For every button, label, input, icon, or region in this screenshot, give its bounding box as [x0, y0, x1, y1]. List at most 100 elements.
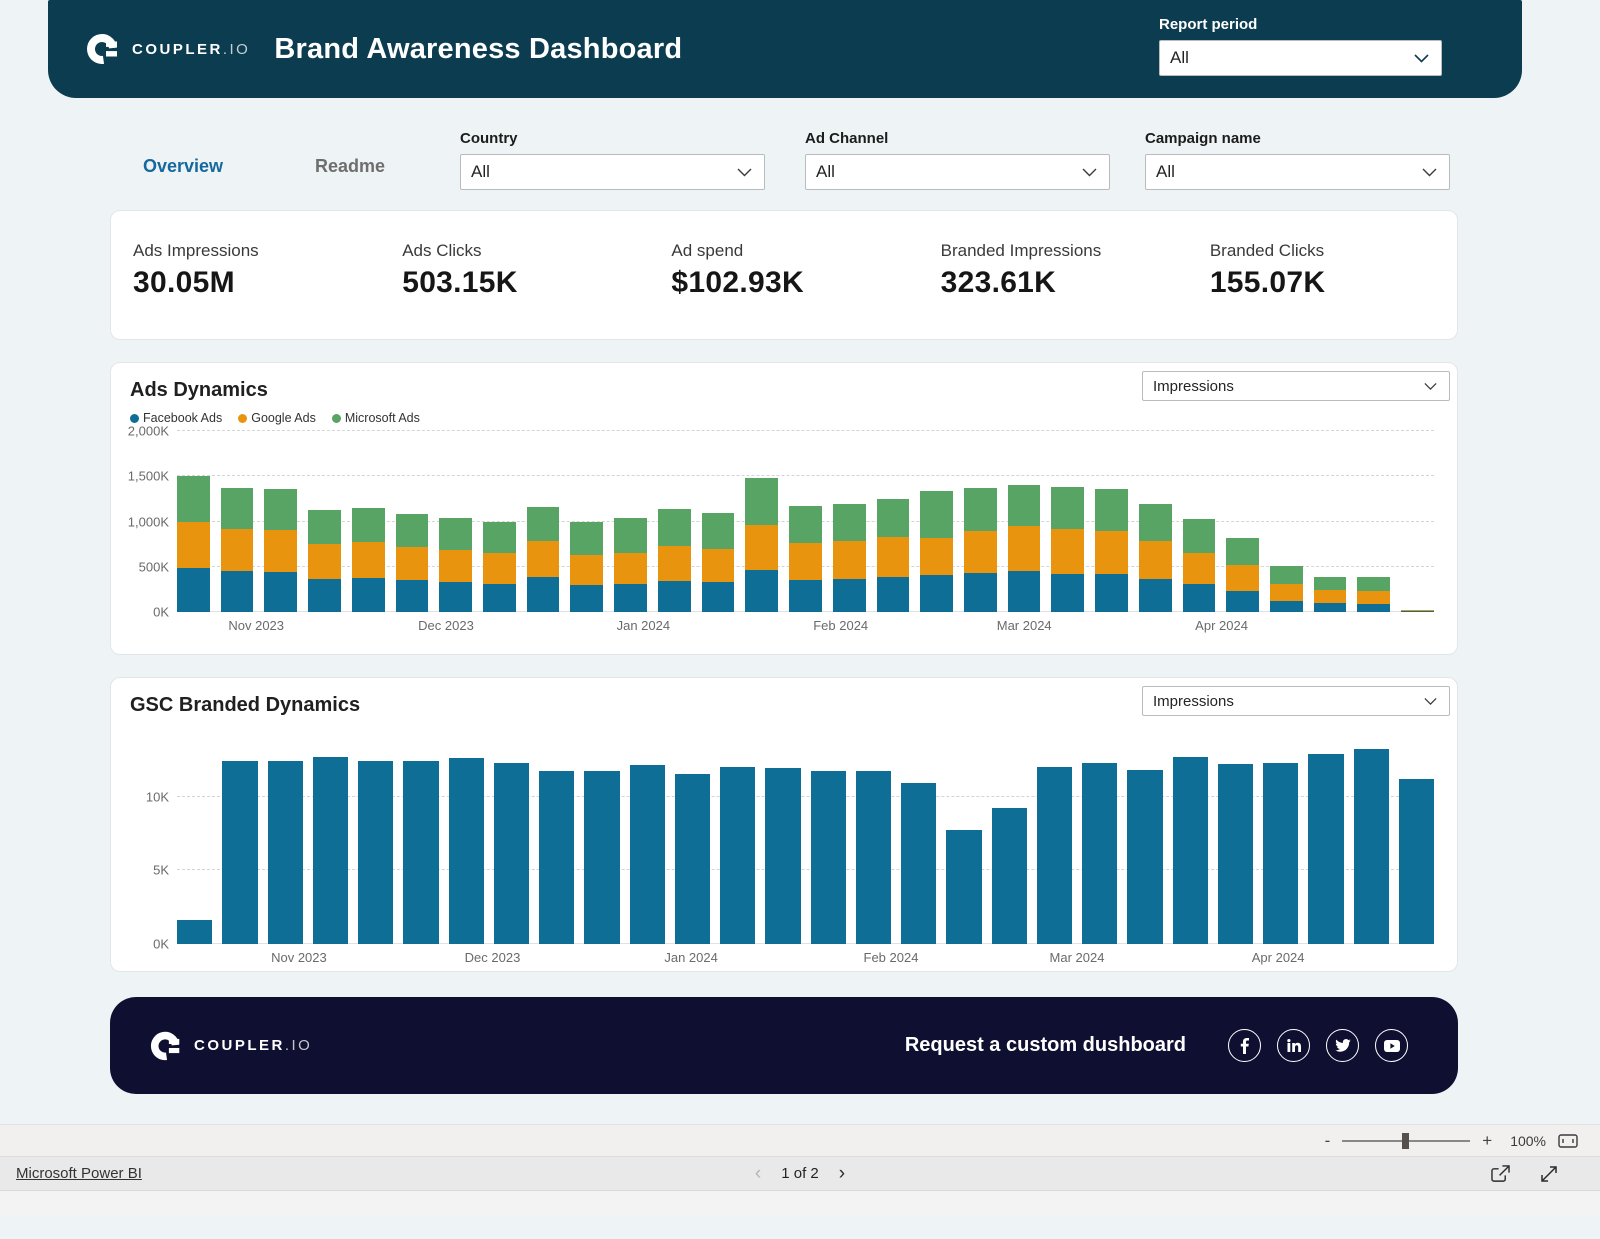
- bar-segment-google-ads[interactable]: [1051, 529, 1084, 574]
- bar-segment-facebook-ads[interactable]: [221, 571, 254, 612]
- bar-segment-facebook-ads[interactable]: [483, 584, 516, 613]
- bar[interactable]: [675, 733, 710, 944]
- bar[interactable]: [494, 733, 529, 944]
- bar[interactable]: [630, 733, 665, 944]
- request-custom-dashboard-link[interactable]: Request a custom dushboard: [905, 1034, 1186, 1057]
- bar-segment-facebook-ads[interactable]: [308, 579, 341, 612]
- bar[interactable]: [439, 431, 472, 612]
- bar-segment-impressions[interactable]: [1308, 754, 1343, 944]
- bar-segment-google-ads[interactable]: [1095, 531, 1128, 574]
- bar[interactable]: [396, 431, 429, 612]
- bar-segment-microsoft-ads[interactable]: [789, 506, 822, 543]
- bar[interactable]: [584, 733, 619, 944]
- bar[interactable]: [1354, 733, 1389, 944]
- bar[interactable]: [221, 431, 254, 612]
- bar-segment-impressions[interactable]: [403, 761, 438, 944]
- bar-segment-impressions[interactable]: [313, 757, 348, 944]
- bar[interactable]: [964, 431, 997, 612]
- bar[interactable]: [1314, 431, 1347, 612]
- bar[interactable]: [1095, 431, 1128, 612]
- bar-segment-microsoft-ads[interactable]: [1008, 485, 1041, 526]
- bar[interactable]: [527, 431, 560, 612]
- bar-segment-google-ads[interactable]: [658, 546, 691, 581]
- bar[interactable]: [992, 733, 1027, 944]
- twitter-icon[interactable]: [1326, 1029, 1359, 1062]
- bar[interactable]: [901, 733, 936, 944]
- bar-segment-impressions[interactable]: [268, 761, 303, 944]
- bar-segment-microsoft-ads[interactable]: [1183, 519, 1216, 553]
- bar-segment-microsoft-ads[interactable]: [527, 507, 560, 541]
- bar-segment-microsoft-ads[interactable]: [308, 510, 341, 544]
- bar-segment-impressions[interactable]: [1354, 749, 1389, 944]
- bar-segment-google-ads[interactable]: [439, 550, 472, 581]
- bar-segment-google-ads[interactable]: [1226, 565, 1259, 591]
- bar[interactable]: [1051, 431, 1084, 612]
- bar-segment-impressions[interactable]: [1173, 757, 1208, 944]
- tab-readme[interactable]: Readme: [315, 156, 385, 177]
- bar-segment-google-ads[interactable]: [527, 541, 560, 577]
- bar[interactable]: [1127, 733, 1162, 944]
- bar[interactable]: [539, 733, 574, 944]
- bar[interactable]: [920, 431, 953, 612]
- bar[interactable]: [570, 431, 603, 612]
- fullscreen-icon[interactable]: [1540, 1165, 1558, 1183]
- bar-segment-impressions[interactable]: [358, 761, 393, 944]
- previous-page-chevron-icon[interactable]: ‹: [755, 1163, 761, 1185]
- bar-segment-google-ads[interactable]: [352, 542, 385, 578]
- bar[interactable]: [1082, 733, 1117, 944]
- bar-segment-impressions[interactable]: [449, 758, 484, 944]
- bar-segment-facebook-ads[interactable]: [527, 577, 560, 612]
- bar-segment-microsoft-ads[interactable]: [177, 476, 210, 521]
- filter-ad-channel-select[interactable]: All: [805, 154, 1110, 190]
- bar-segment-google-ads[interactable]: [833, 541, 866, 579]
- bar[interactable]: [856, 733, 891, 944]
- bar[interactable]: [658, 431, 691, 612]
- microsoft-powerbi-link[interactable]: Microsoft Power BI: [16, 1165, 142, 1182]
- bar-segment-facebook-ads[interactable]: [614, 584, 647, 612]
- bar[interactable]: [1226, 431, 1259, 612]
- bar-segment-impressions[interactable]: [1263, 763, 1298, 944]
- zoom-slider[interactable]: [1342, 1140, 1470, 1142]
- bar[interactable]: [765, 733, 800, 944]
- bar[interactable]: [352, 431, 385, 612]
- bar-segment-google-ads[interactable]: [614, 553, 647, 584]
- bar[interactable]: [483, 431, 516, 612]
- bar[interactable]: [1270, 431, 1303, 612]
- legend-item-google-ads[interactable]: Google Ads: [238, 411, 316, 425]
- report-period-select[interactable]: All: [1159, 40, 1442, 76]
- bar-segment-impressions[interactable]: [946, 830, 981, 944]
- share-icon[interactable]: [1491, 1165, 1510, 1183]
- bar-segment-impressions[interactable]: [494, 763, 529, 944]
- youtube-icon[interactable]: [1375, 1029, 1408, 1062]
- bar-segment-impressions[interactable]: [1127, 770, 1162, 944]
- bar-segment-microsoft-ads[interactable]: [964, 488, 997, 531]
- bar-segment-microsoft-ads[interactable]: [877, 499, 910, 537]
- bar[interactable]: [1357, 431, 1390, 612]
- bar-segment-microsoft-ads[interactable]: [1226, 538, 1259, 564]
- bar-segment-google-ads[interactable]: [964, 531, 997, 573]
- bar[interactable]: [268, 733, 303, 944]
- bar-segment-microsoft-ads[interactable]: [221, 488, 254, 529]
- bar[interactable]: [811, 733, 846, 944]
- bar-segment-google-ads[interactable]: [702, 549, 735, 582]
- bar[interactable]: [745, 431, 778, 612]
- bar-segment-microsoft-ads[interactable]: [1139, 504, 1172, 540]
- fit-to-page-icon[interactable]: [1558, 1134, 1578, 1148]
- bar-segment-facebook-ads[interactable]: [177, 568, 210, 612]
- bar-segment-impressions[interactable]: [222, 761, 257, 944]
- bar-segment-google-ads[interactable]: [308, 544, 341, 579]
- bar[interactable]: [1401, 431, 1434, 612]
- filter-country-select[interactable]: All: [460, 154, 765, 190]
- bar-segment-facebook-ads[interactable]: [658, 581, 691, 612]
- bar-segment-impressions[interactable]: [630, 765, 665, 944]
- bar[interactable]: [877, 431, 910, 612]
- bar[interactable]: [177, 431, 210, 612]
- bar-segment-google-ads[interactable]: [221, 529, 254, 571]
- bar-segment-facebook-ads[interactable]: [1008, 571, 1041, 612]
- bar-segment-facebook-ads[interactable]: [439, 582, 472, 612]
- next-page-chevron-icon[interactable]: ›: [839, 1163, 845, 1185]
- bar[interactable]: [702, 431, 735, 612]
- bar-segment-microsoft-ads[interactable]: [833, 504, 866, 541]
- bar[interactable]: [1263, 733, 1298, 944]
- bar-segment-facebook-ads[interactable]: [702, 582, 735, 612]
